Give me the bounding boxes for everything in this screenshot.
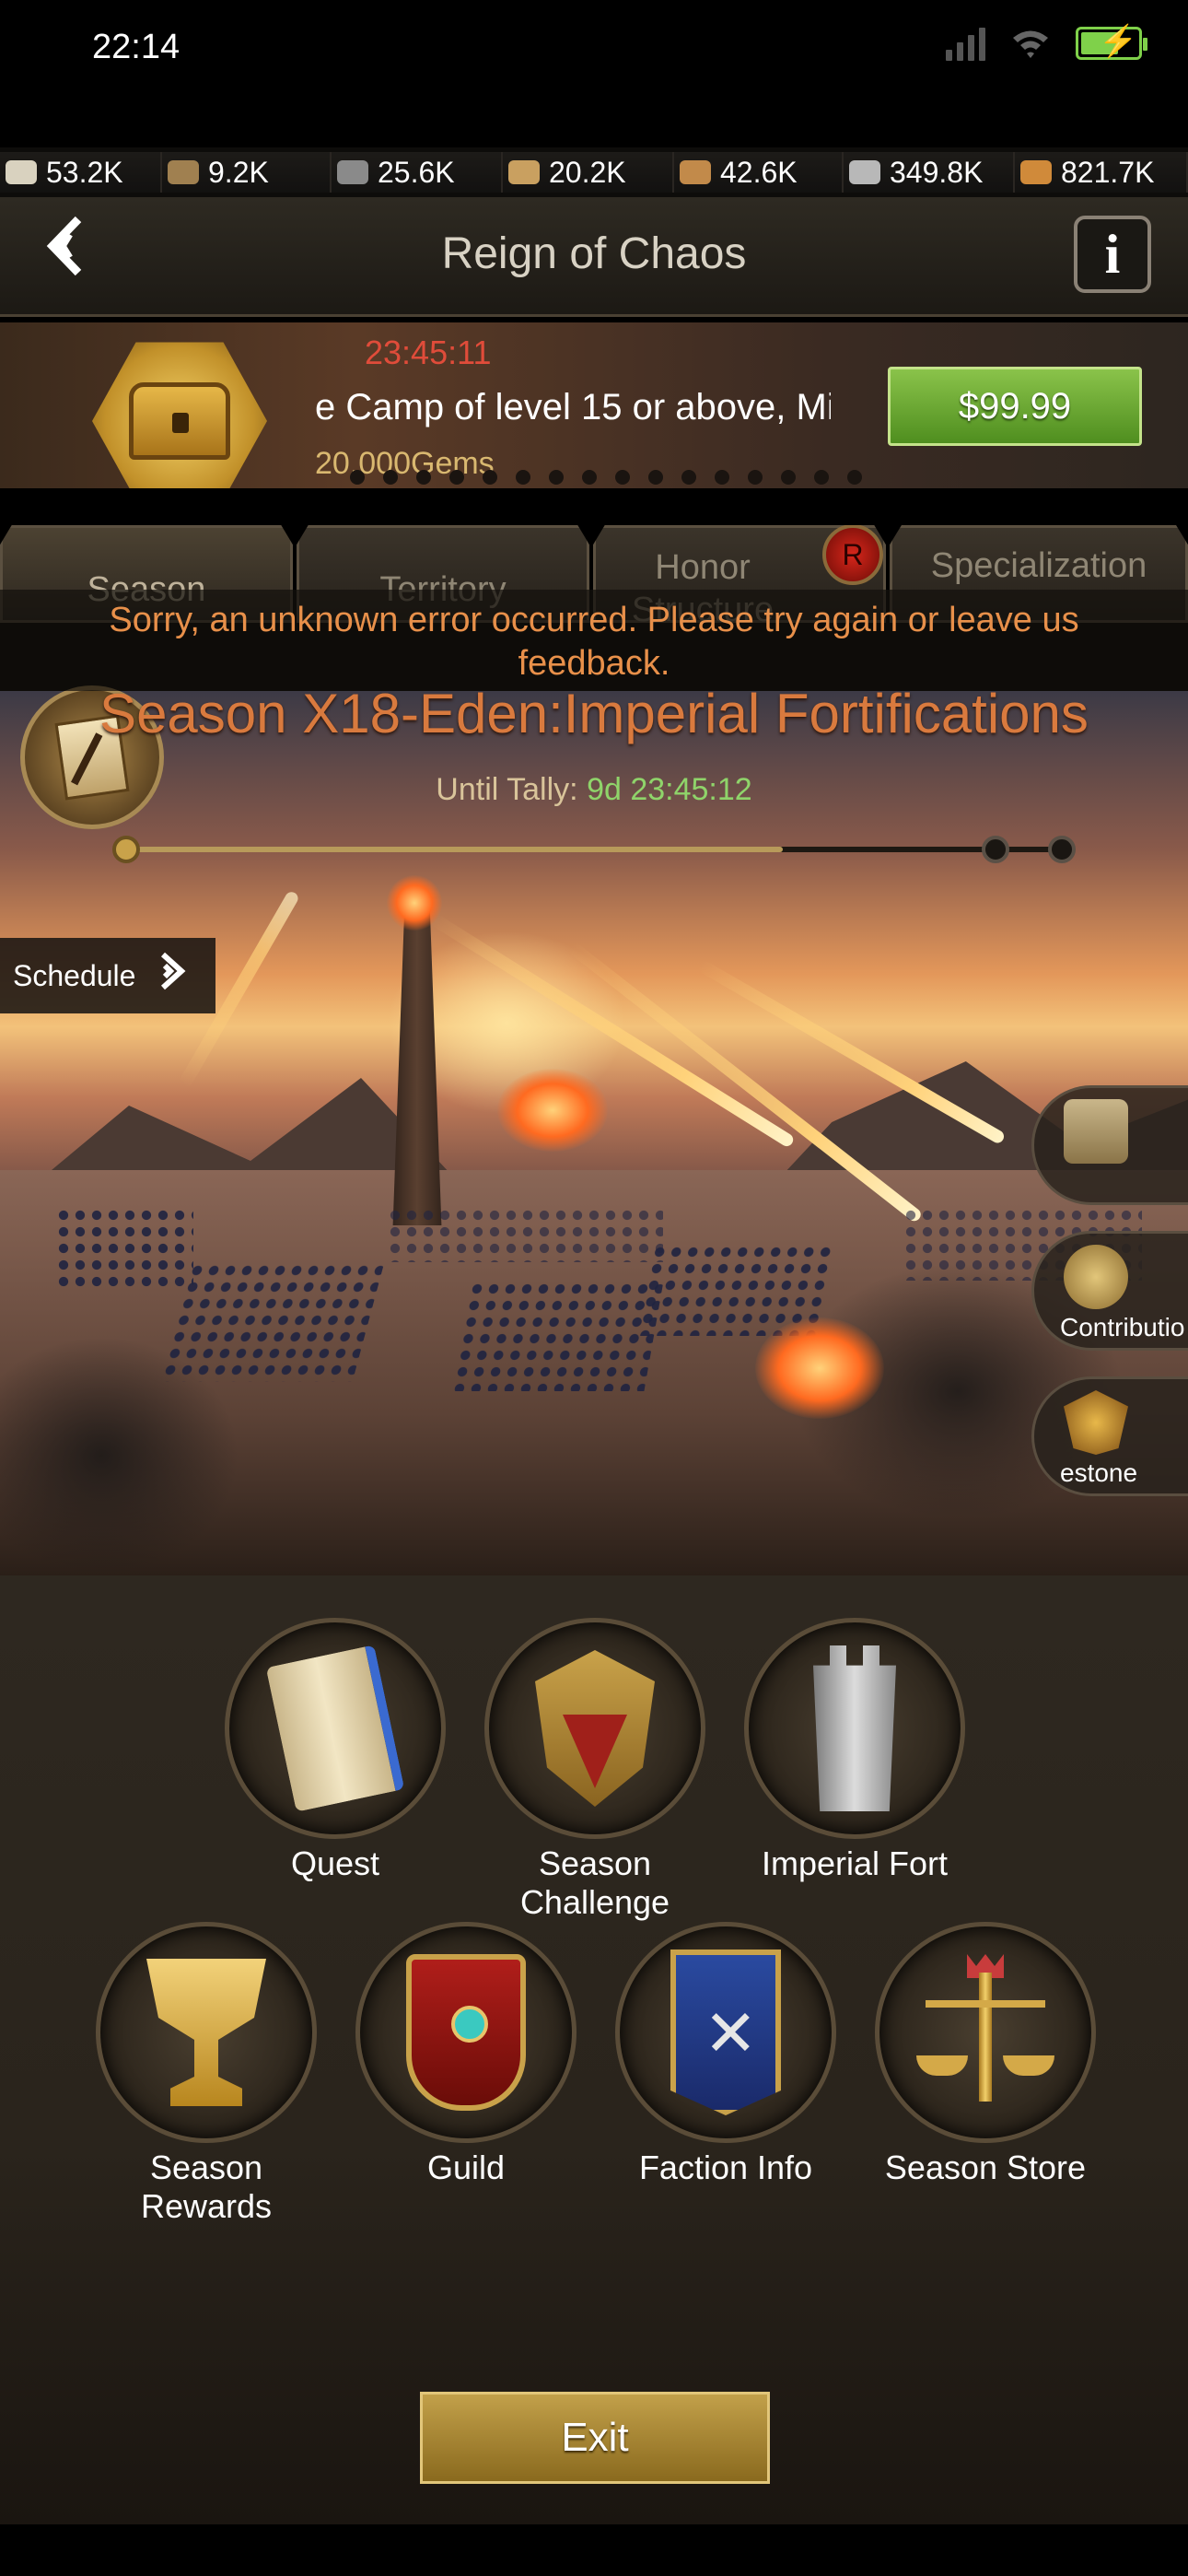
info-button[interactable]: i [1074, 216, 1151, 293]
resource-value: 42.6K [720, 155, 798, 189]
bottom-bar [0, 2534, 1188, 2576]
carousel-dot[interactable] [681, 470, 696, 485]
menu-season-store[interactable]: Season Store [866, 1922, 1105, 2187]
wifi-icon [1011, 28, 1050, 59]
menu-label: Season Store [884, 2149, 1087, 2186]
scale-icon [916, 1954, 1054, 2111]
info-icon: i [1104, 223, 1121, 285]
side-button-label: estone [1060, 1458, 1138, 1487]
carousel-dot[interactable] [350, 470, 365, 485]
progress-node [982, 836, 1009, 863]
cell-signal-icon [946, 26, 985, 61]
resource-item[interactable]: 25.6K [332, 152, 503, 193]
laurel-icon [1064, 1245, 1128, 1309]
carousel-dot[interactable] [748, 470, 763, 485]
treasure-chest-icon [92, 334, 276, 488]
faction-flag-icon [670, 1950, 781, 2115]
menu-label: Faction Info [638, 2149, 813, 2186]
resource-item[interactable]: 42.6K [674, 152, 844, 193]
season-hero-image [0, 691, 1188, 1575]
resource-bar: 53.2K 9.2K 25.6K 20.2K 42.6K 349.8K 821.7K [0, 147, 1188, 197]
promo-description: e Camp of level 15 or above, Mi [315, 387, 831, 427]
resource-item[interactable]: 349.8K [844, 152, 1015, 193]
side-button-milestone[interactable]: estone [1031, 1376, 1188, 1496]
carousel-dot[interactable] [582, 470, 597, 485]
carousel-dot[interactable] [648, 470, 663, 485]
stone-ore-icon [6, 160, 37, 184]
menu-season-challenge[interactable]: Season Challenge [475, 1618, 715, 1922]
resource-item[interactable]: 9.2K [162, 152, 332, 193]
carousel-dot[interactable] [615, 470, 630, 485]
milestone-crest-icon [1064, 1390, 1128, 1455]
menu-quest[interactable]: Quest [215, 1618, 455, 1883]
challenge-shield-icon [535, 1650, 655, 1807]
carousel-dot[interactable] [483, 470, 497, 485]
until-countdown: 9d 23:45:12 [587, 772, 752, 807]
trophy-icon [146, 1959, 266, 2106]
season-progress-bar [112, 836, 1076, 863]
stone-block-icon [849, 160, 880, 184]
resource-value: 53.2K [46, 155, 123, 189]
tower-icon [813, 1645, 896, 1811]
resource-item[interactable]: 53.2K [0, 152, 162, 193]
menu-label: Season Challenge [519, 1844, 670, 1921]
resource-value: 20.2K [549, 155, 626, 189]
carousel-dot[interactable] [715, 470, 729, 485]
until-label: Until Tally: [436, 772, 578, 807]
menu-label: Season Rewards [140, 2149, 273, 2225]
iron-icon [337, 160, 368, 184]
resource-item[interactable]: 20.2K [503, 152, 674, 193]
side-button-search[interactable] [1031, 1085, 1188, 1205]
buy-button[interactable]: $99.99 [888, 367, 1142, 446]
menu-label: Quest [290, 1844, 380, 1882]
carousel-dot[interactable] [449, 470, 464, 485]
wood-barrel-icon [168, 160, 199, 184]
status-icons: ⚡ [946, 26, 1147, 61]
resource-value: 25.6K [378, 155, 455, 189]
exit-button[interactable]: Exit [420, 2392, 770, 2484]
bread-icon [1020, 160, 1052, 184]
carousel-dot[interactable] [814, 470, 829, 485]
status-bar: 22:14 ⚡ [0, 0, 1188, 147]
scroll-icon [265, 1645, 405, 1812]
horn-icon [508, 160, 540, 184]
progress-node [112, 836, 140, 863]
status-time: 22:14 [92, 28, 181, 66]
resource-item[interactable]: 821.7K [1015, 152, 1188, 193]
resource-value: 821.7K [1061, 155, 1155, 189]
red-dot-badge: R [822, 525, 883, 585]
search-map-icon [1064, 1099, 1128, 1164]
page-title: Reign of Chaos [441, 229, 747, 278]
menu-label: Guild [426, 2149, 506, 2186]
lumber-icon [680, 160, 711, 184]
battery-charging-icon: ⚡ [1076, 26, 1147, 60]
guild-banner-icon [406, 1954, 526, 2111]
menu-label: Imperial Fort [761, 1844, 949, 1882]
menu-season-rewards[interactable]: Season Rewards [87, 1922, 326, 2226]
chevron-right-icon [152, 951, 189, 1001]
season-title: Season X18-Eden:Imperial Fortifications [99, 683, 1089, 744]
until-tally: Until Tally: 9d 23:45:12 [0, 772, 1188, 808]
carousel-dot[interactable] [549, 470, 564, 485]
side-button-label: Contributio [1060, 1313, 1185, 1341]
promo-banner[interactable]: 23:45:11 e Camp of level 15 or above, Mi… [0, 322, 1188, 488]
promo-timer: 23:45:11 [365, 334, 492, 371]
menu-faction-info[interactable]: Faction Info [606, 1922, 845, 2187]
carousel-dot[interactable] [781, 470, 796, 485]
carousel-dot[interactable] [383, 470, 398, 485]
header-bar: Reign of Chaos i [0, 197, 1188, 317]
error-toast: Sorry, an unknown error occurred. Please… [0, 590, 1188, 691]
side-button-contribution[interactable]: Contributio [1031, 1231, 1188, 1351]
schedule-label: Schedule [13, 958, 136, 992]
menu-imperial-fort[interactable]: Imperial Fort [735, 1618, 974, 1883]
schedule-button[interactable]: Schedule [0, 938, 215, 1013]
carousel-dot[interactable] [516, 470, 530, 485]
resource-value: 349.8K [890, 155, 984, 189]
carousel-dots[interactable] [350, 470, 862, 485]
carousel-dot[interactable] [416, 470, 431, 485]
progress-node [1048, 836, 1076, 863]
resource-value: 9.2K [208, 155, 269, 189]
carousel-dot[interactable] [847, 470, 862, 485]
menu-guild[interactable]: Guild [346, 1922, 586, 2187]
